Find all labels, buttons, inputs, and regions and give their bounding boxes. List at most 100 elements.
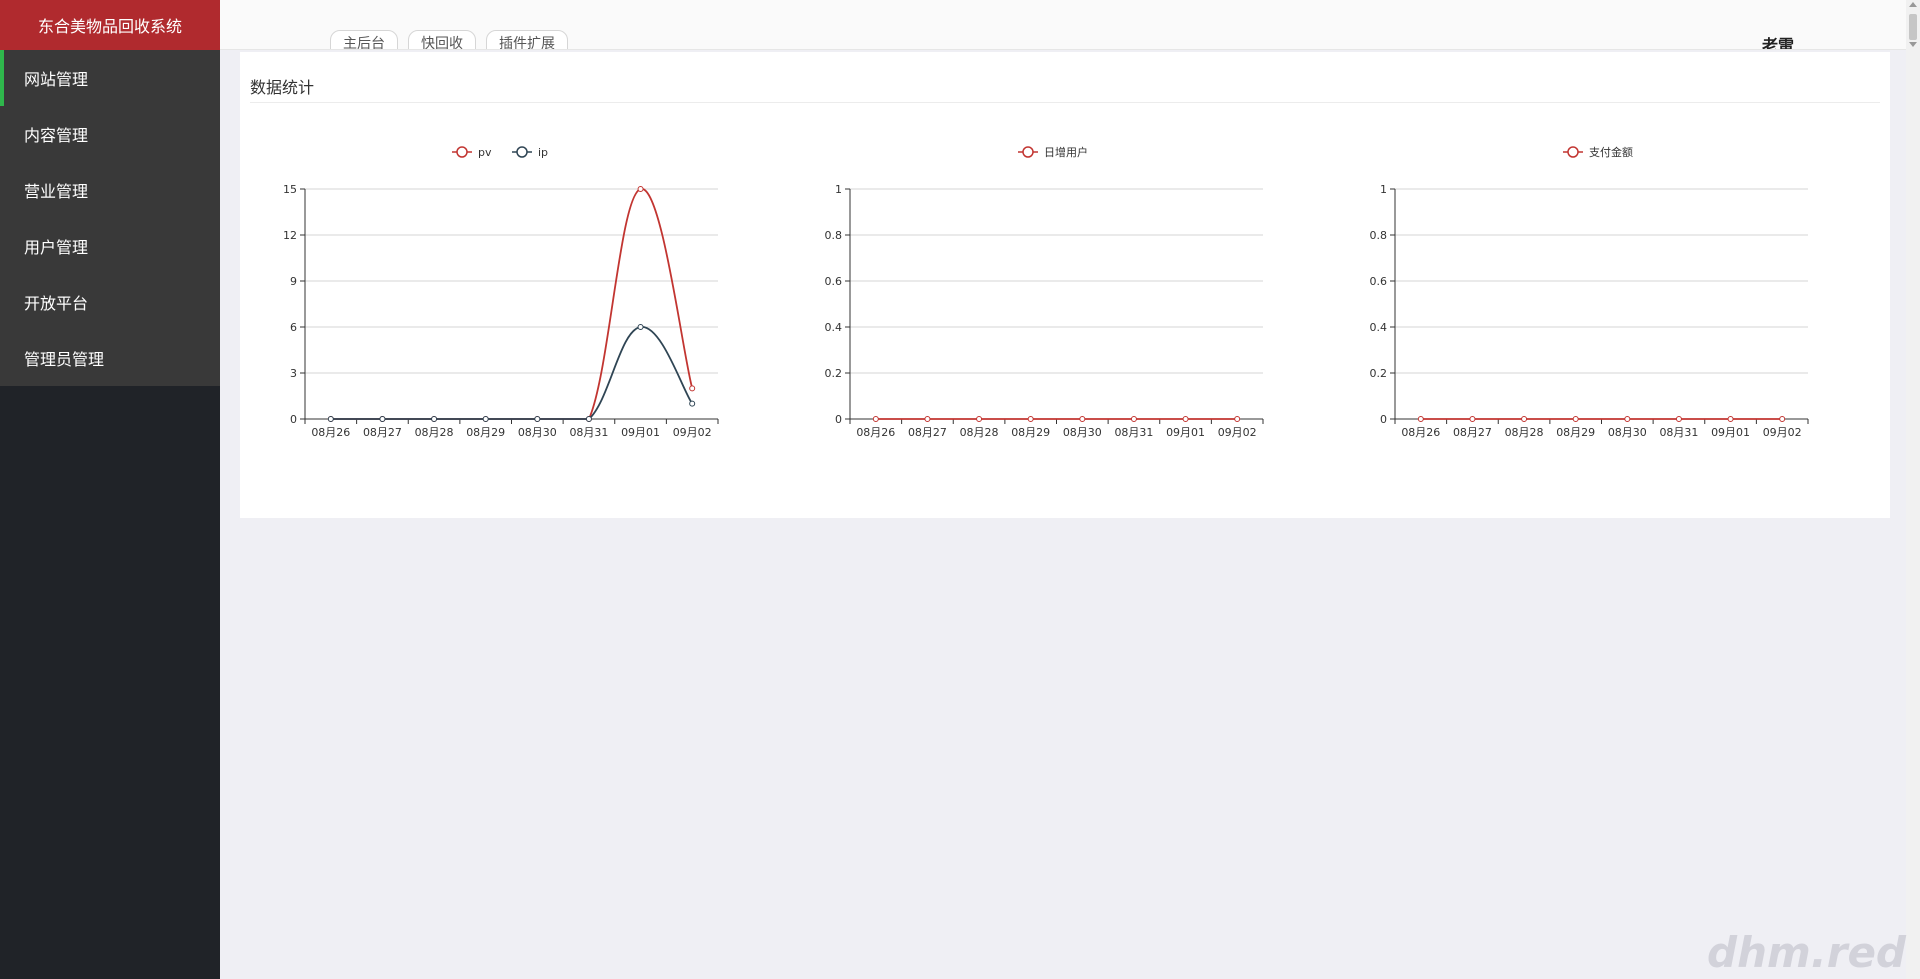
x-tick-label: 08月27 <box>363 426 402 439</box>
scroll-up-arrow-icon[interactable] <box>1909 2 1917 7</box>
y-tick-label: 9 <box>290 275 297 288</box>
x-tick-label: 08月31 <box>1114 426 1153 439</box>
x-tick-label: 09月02 <box>1218 426 1257 439</box>
data-point <box>1182 416 1189 422</box>
divider <box>250 102 1880 103</box>
data-point <box>1417 416 1424 422</box>
data-point <box>1572 416 1579 422</box>
x-tick-label: 08月29 <box>1556 426 1595 439</box>
tab-plugin-extension[interactable]: 插件扩展 <box>486 30 568 49</box>
data-point <box>431 416 438 422</box>
y-tick-label: 0.2 <box>1370 367 1388 380</box>
window-scrollbar[interactable] <box>1906 0 1920 979</box>
x-tick-label: 09月01 <box>621 426 660 439</box>
chart-daily-users: 日增用户 0 0.2 0.4 0.6 0.8 1 08月26 08月27 08月28 08月29 08… <box>785 107 1330 507</box>
legend-label: pv <box>478 146 492 159</box>
x-tick-label: 08月31 <box>569 426 608 439</box>
data-point <box>689 385 696 392</box>
series-line-pv <box>330 188 694 420</box>
data-point <box>327 416 334 422</box>
y-tick-label: 0.6 <box>825 275 843 288</box>
x-tick-label: 08月30 <box>1063 426 1102 439</box>
data-point <box>1027 416 1034 422</box>
sidebar-item-website[interactable]: 网站管理 <box>0 50 220 106</box>
x-tick-label: 08月29 <box>1011 426 1050 439</box>
data-point <box>1675 416 1682 422</box>
legend-item: 支付金额 <box>1563 145 1633 159</box>
y-tick-label: 0.2 <box>825 367 843 380</box>
sidebar-item-admins[interactable]: 管理员管理 <box>0 330 220 386</box>
data-point <box>637 186 644 192</box>
legend-item: pv <box>452 146 492 159</box>
x-tick-label: 08月26 <box>311 426 350 439</box>
sidebar-item-content[interactable]: 内容管理 <box>0 106 220 162</box>
chart-pv-ip: pv ip 0 3 6 9 12 15 08月26 08月27 08月28 08月29 08月30 08月… <box>240 107 785 507</box>
scroll-down-arrow-icon[interactable] <box>1909 42 1917 47</box>
x-tick-label: 09月02 <box>1763 426 1802 439</box>
data-point <box>482 416 489 422</box>
window-scrollbar-thumb[interactable] <box>1909 14 1917 40</box>
sidebar-item-users[interactable]: 用户管理 <box>0 218 220 274</box>
topbar: 主后台 快回收 插件扩展 老雷 <box>220 0 1906 50</box>
data-point <box>1469 416 1476 422</box>
y-tick-label: 1 <box>835 183 842 196</box>
chart-pv-ip-svg: pv ip 0 3 6 9 12 15 08月26 08月27 08月28 08月29 08月30 08月… <box>283 146 719 439</box>
data-point <box>585 416 592 422</box>
chart-payment-svg: 支付金额 0 0.2 0.4 0.6 0.8 1 08月26 08月27 08月28 08月29 08… <box>1370 145 1809 439</box>
app-title: 东合美物品回收系统 <box>0 0 220 50</box>
y-tick-label: 3 <box>290 367 297 380</box>
x-tick-label: 09月01 <box>1711 426 1750 439</box>
x-tick-label: 08月26 <box>856 426 895 439</box>
x-tick-label: 08月28 <box>960 426 999 439</box>
y-tick-label: 0.8 <box>1370 229 1388 242</box>
legend-item: 日增用户 <box>1018 145 1088 159</box>
sidebar-menu: 网站管理 内容管理 营业管理 用户管理 开放平台 管理员管理 <box>0 50 220 386</box>
legend-item: ip <box>512 146 548 159</box>
sidebar-item-open-platform[interactable]: 开放平台 <box>0 274 220 330</box>
x-tick-label: 08月27 <box>908 426 947 439</box>
y-tick-label: 0 <box>290 413 297 426</box>
data-point <box>1521 416 1528 422</box>
data-point <box>1079 416 1086 422</box>
data-point <box>689 400 696 407</box>
legend-label: 日增用户 <box>1044 145 1088 159</box>
data-point <box>1779 416 1786 422</box>
tab-quick-recycle[interactable]: 快回收 <box>408 30 476 49</box>
data-point <box>1130 416 1137 422</box>
x-tick-label: 08月26 <box>1401 426 1440 439</box>
data-point <box>379 416 386 422</box>
y-tick-label: 0 <box>835 413 842 426</box>
x-tick-label: 09月02 <box>673 426 712 439</box>
chart-payment: 支付金额 0 0.2 0.4 0.6 0.8 1 08月26 08月27 08月28 08月29 08… <box>1330 107 1875 507</box>
chart-daily-users-svg: 日增用户 0 0.2 0.4 0.6 0.8 1 08月26 08月27 08月28 08月29 08… <box>825 145 1264 439</box>
data-point <box>1624 416 1631 422</box>
legend-marker <box>516 146 528 158</box>
legend-label: 支付金额 <box>1589 145 1633 159</box>
y-tick-label: 0 <box>1380 413 1387 426</box>
panel-title: 数据统计 <box>250 78 315 97</box>
legend-label: ip <box>538 146 548 159</box>
data-point <box>1234 416 1241 422</box>
data-point <box>924 416 931 422</box>
user-name[interactable]: 老雷 <box>1762 32 1794 49</box>
y-tick-label: 0.6 <box>1370 275 1388 288</box>
sidebar-item-business[interactable]: 营业管理 <box>0 162 220 218</box>
x-tick-label: 08月30 <box>518 426 557 439</box>
data-point <box>872 416 879 422</box>
x-tick-label: 08月28 <box>415 426 454 439</box>
x-tick-label: 08月27 <box>1453 426 1492 439</box>
x-tick-label: 08月29 <box>466 426 505 439</box>
tab-main-backend[interactable]: 主后台 <box>330 30 398 49</box>
y-tick-label: 0.8 <box>825 229 843 242</box>
watermark: dhm.red <box>1707 928 1906 977</box>
y-tick-label: 12 <box>283 229 297 242</box>
data-point <box>637 324 644 330</box>
sidebar: 东合美物品回收系统 网站管理 内容管理 营业管理 用户管理 开放平台 管理员管理 <box>0 0 220 979</box>
x-tick-label: 08月31 <box>1659 426 1698 439</box>
data-point <box>534 416 541 422</box>
y-tick-label: 1 <box>1380 183 1387 196</box>
stats-panel: 数据统计 pv ip 0 3 6 9 12 15 08月26 08月27 08月28 08月29 08月… <box>240 52 1890 518</box>
x-tick-label: 09月01 <box>1166 426 1205 439</box>
y-tick-label: 6 <box>290 321 297 334</box>
y-tick-label: 0.4 <box>825 321 843 334</box>
